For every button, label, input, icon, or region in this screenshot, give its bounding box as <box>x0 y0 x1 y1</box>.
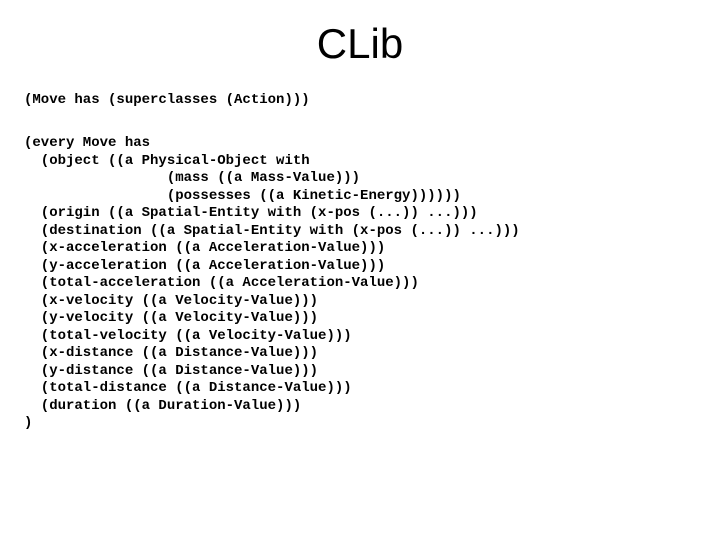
slide: CLib (Move has (superclasses (Action))) … <box>0 0 720 540</box>
code-line: (origin ((a Spatial-Entity with (x-pos (… <box>24 205 478 221</box>
code-line: (x-acceleration ((a Acceleration-Value))… <box>24 240 385 256</box>
code-block-1: (Move has (superclasses (Action))) <box>24 92 696 110</box>
code-line: (y-acceleration ((a Acceleration-Value))… <box>24 258 385 274</box>
code-line: (y-distance ((a Distance-Value))) <box>24 363 318 379</box>
code-line: (duration ((a Duration-Value))) <box>24 398 301 414</box>
code-line: (x-distance ((a Distance-Value))) <box>24 345 318 361</box>
slide-title: CLib <box>24 20 696 68</box>
code-line: (destination ((a Spatial-Entity with (x-… <box>24 223 520 239</box>
code-line: (every Move has <box>24 135 150 151</box>
code-block-2: (every Move has (object ((a Physical-Obj… <box>24 118 696 433</box>
code-line: (object ((a Physical-Object with <box>24 153 310 169</box>
code-line: (total-velocity ((a Velocity-Value))) <box>24 328 352 344</box>
code-line: (x-velocity ((a Velocity-Value))) <box>24 293 318 309</box>
code-line: (total-distance ((a Distance-Value))) <box>24 380 352 396</box>
code-line: ) <box>24 415 32 431</box>
code-line: (possesses ((a Kinetic-Energy)))))) <box>24 188 461 204</box>
code-line: (y-velocity ((a Velocity-Value))) <box>24 310 318 326</box>
code-line: (total-acceleration ((a Acceleration-Val… <box>24 275 419 291</box>
code-line: (mass ((a Mass-Value))) <box>24 170 360 186</box>
